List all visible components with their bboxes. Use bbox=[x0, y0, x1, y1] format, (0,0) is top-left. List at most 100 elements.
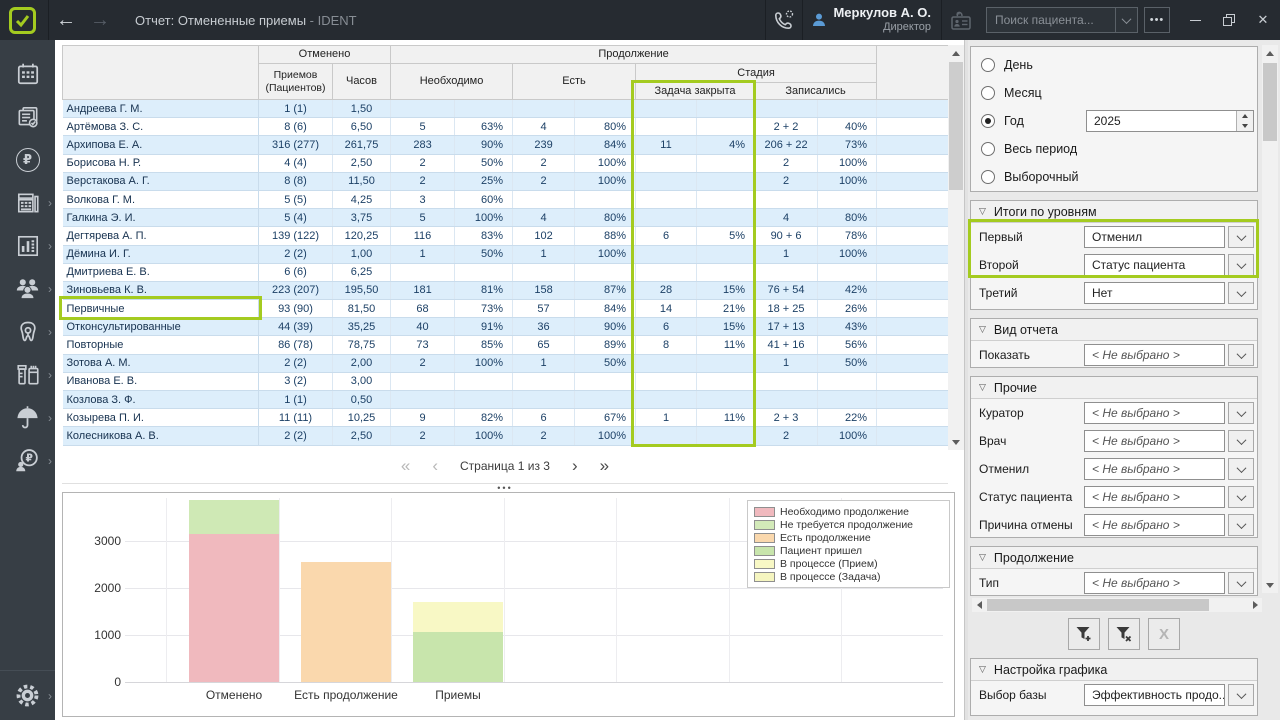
table-row[interactable]: Иванова Е. В. 3 (2) 3,00 bbox=[62, 372, 950, 392]
column-header-appointments[interactable]: Приемов (Пациентов) bbox=[258, 63, 333, 100]
sidebar-item-settings[interactable]: › bbox=[0, 670, 55, 720]
dropdown-button[interactable] bbox=[1228, 486, 1254, 508]
next-page-button[interactable]: › bbox=[572, 456, 578, 476]
column-header-have[interactable]: Есть bbox=[512, 63, 637, 100]
column-header-signed-up[interactable]: Записались bbox=[754, 82, 878, 100]
table-row[interactable]: Верстакова А. Г. 8 (8) 11,50 2 25% 2 100% 2 100% bbox=[62, 172, 950, 191]
clear-filter-button[interactable] bbox=[1108, 618, 1140, 650]
table-scrollbar[interactable] bbox=[948, 45, 964, 450]
splitter-handle[interactable]: ••• bbox=[62, 483, 948, 492]
sidebar-item-cashbox[interactable]: › bbox=[0, 181, 55, 224]
sidebar-item-payments[interactable]: ₽ bbox=[0, 138, 55, 181]
patient-search-input[interactable] bbox=[987, 8, 1115, 32]
spinner-down-button[interactable] bbox=[1237, 121, 1253, 131]
year-spinner[interactable]: 2025 bbox=[1086, 110, 1254, 132]
column-header-task-closed[interactable]: Задача закрыта bbox=[635, 82, 756, 100]
scroll-down-button[interactable] bbox=[948, 434, 964, 450]
dropdown-Показать[interactable]: < Не выбрано > bbox=[1084, 344, 1254, 366]
column-header-hours[interactable]: Часов bbox=[331, 63, 392, 100]
radio-icon[interactable] bbox=[981, 170, 995, 184]
sidebar-item-warehouse[interactable]: › bbox=[0, 353, 55, 396]
dropdown-Врач[interactable]: < Не выбрано > bbox=[1084, 430, 1254, 452]
sidebar-item-insurance[interactable]: › bbox=[0, 396, 55, 439]
close-filter-button[interactable]: X bbox=[1148, 618, 1180, 650]
table-row[interactable]: Повторные 86 (78) 78,75 73 85% 65 89% 8 11% 41 + … bbox=[62, 335, 950, 355]
scrollbar-thumb[interactable] bbox=[949, 62, 963, 190]
spinner-up-button[interactable] bbox=[1237, 111, 1253, 121]
sidebar-item-treatment[interactable]: › bbox=[0, 310, 55, 353]
last-page-button[interactable]: » bbox=[600, 456, 609, 476]
forward-button[interactable]: → bbox=[83, 9, 117, 32]
table-row[interactable]: Колесникова А. В. 2 (2) 2,50 2 100% 2 100% 2 100… bbox=[62, 426, 950, 446]
search-dropdown-button[interactable] bbox=[1115, 8, 1137, 32]
dropdown-button[interactable] bbox=[1228, 402, 1254, 424]
dropdown-value[interactable]: < Не выбрано > bbox=[1084, 572, 1225, 594]
dropdown-value[interactable]: < Не выбрано > bbox=[1084, 486, 1225, 508]
column-header-continuation[interactable]: Продолжение bbox=[390, 45, 878, 64]
table-row[interactable]: Зиновьева К. В. 223 (207) 195,50 181 81% 158 8… bbox=[62, 281, 950, 301]
table-row[interactable]: Архипова Е. А. 316 (277) 261,75 283 90% 239 84… bbox=[62, 135, 950, 155]
hscrollbar-thumb[interactable] bbox=[987, 599, 1209, 611]
table-row[interactable]: Дмитриева Е. В. 6 (6) 6,25 bbox=[62, 263, 950, 282]
sidebar-item-tasks[interactable] bbox=[0, 95, 55, 138]
radio-icon[interactable] bbox=[981, 86, 995, 100]
dropdown-value[interactable]: Нет bbox=[1084, 282, 1225, 304]
maximize-button[interactable] bbox=[1212, 0, 1246, 40]
first-page-button[interactable]: « bbox=[401, 456, 410, 476]
scroll-down-button[interactable] bbox=[1262, 577, 1278, 593]
dropdown-Куратор[interactable]: < Не выбрано > bbox=[1084, 402, 1254, 424]
back-button[interactable]: ← bbox=[49, 9, 83, 32]
table-row[interactable]: Волкова Г. М. 5 (5) 4,25 3 60% bbox=[62, 190, 950, 210]
table-row[interactable]: Козырева П. И. 11 (11) 10,25 9 82% 6 67% 1 11% 2 … bbox=[62, 408, 950, 428]
table-row[interactable]: Дёмина И. Г. 2 (2) 1,00 1 50% 1 100% 1 100% bbox=[62, 245, 950, 264]
table-row[interactable]: Артёмова З. С. 8 (6) 6,50 5 63% 4 80% 2 + 2 40% bbox=[62, 117, 950, 137]
current-user-button[interactable]: Меркулов А. О. Директор bbox=[803, 0, 941, 40]
column-header-cancelled[interactable]: Отменено bbox=[257, 45, 392, 64]
radio-icon[interactable] bbox=[981, 142, 995, 156]
app-logo-icon[interactable] bbox=[9, 6, 36, 34]
dropdown-value[interactable]: < Не выбрано > bbox=[1084, 458, 1225, 480]
section-header[interactable]: ▽ Продолжение bbox=[971, 547, 1257, 569]
sidebar-item-schedule[interactable] bbox=[0, 52, 55, 95]
period-option-День[interactable]: День bbox=[971, 51, 1257, 79]
scroll-up-button[interactable] bbox=[1262, 45, 1278, 61]
section-header[interactable]: ▽ Настройка графика bbox=[971, 659, 1257, 681]
dropdown-button[interactable] bbox=[1228, 572, 1254, 594]
sidebar-item-staff[interactable]: › bbox=[0, 267, 55, 310]
period-option-Весь период[interactable]: Весь период bbox=[971, 135, 1257, 163]
dropdown-button[interactable] bbox=[1228, 684, 1254, 706]
section-header[interactable]: ▽ Прочие bbox=[971, 377, 1257, 399]
dropdown-button[interactable] bbox=[1228, 254, 1254, 276]
dropdown-button[interactable] bbox=[1228, 458, 1254, 480]
dropdown-value[interactable]: < Не выбрано > bbox=[1084, 402, 1225, 424]
scroll-right-button[interactable] bbox=[1248, 598, 1262, 612]
dropdown-value[interactable]: Статус пациента bbox=[1084, 254, 1225, 276]
dropdown-Причина отмены[interactable]: < Не выбрано > bbox=[1084, 514, 1254, 536]
dropdown-value[interactable]: < Не выбрано > bbox=[1084, 344, 1225, 366]
phone-settings-button[interactable] bbox=[766, 0, 802, 40]
dropdown-Отменил[interactable]: < Не выбрано > bbox=[1084, 458, 1254, 480]
panel-vscrollbar[interactable] bbox=[1262, 45, 1278, 593]
more-options-button[interactable]: ••• bbox=[1144, 7, 1170, 33]
apply-filter-button[interactable] bbox=[1068, 618, 1100, 650]
sidebar-item-reports[interactable]: › bbox=[0, 224, 55, 267]
dropdown-Статус пациента[interactable]: < Не выбрано > bbox=[1084, 486, 1254, 508]
dropdown-value[interactable]: Отменил bbox=[1084, 226, 1225, 248]
dropdown-Второй[interactable]: Статус пациента bbox=[1084, 254, 1254, 276]
column-header-need[interactable]: Необходимо bbox=[390, 63, 514, 100]
table-row[interactable]: Зотова А. М. 2 (2) 2,00 2 100% 1 50% 1 50% bbox=[62, 354, 950, 373]
table-row[interactable]: Андреева Г. М. 1 (1) 1,50 bbox=[62, 99, 950, 119]
dropdown-Выбор базы[interactable]: Эффективность продо... bbox=[1084, 684, 1254, 706]
dropdown-button[interactable] bbox=[1228, 282, 1254, 304]
panel-hscrollbar[interactable] bbox=[972, 598, 1262, 612]
section-header[interactable]: ▽ Вид отчета bbox=[971, 319, 1257, 341]
table-row[interactable]: Козлова З. Ф. 1 (1) 0,50 bbox=[62, 390, 950, 410]
table-row[interactable]: Дегтярева А. П. 139 (122) 120,25 116 83% 102 8… bbox=[62, 226, 950, 246]
section-header[interactable]: ▽ Итоги по уровням bbox=[971, 201, 1257, 223]
dropdown-button[interactable] bbox=[1228, 344, 1254, 366]
sidebar-item-salary[interactable]: ₽ › bbox=[0, 439, 55, 482]
dropdown-Тип[interactable]: < Не выбрано > bbox=[1084, 572, 1254, 594]
radio-icon[interactable] bbox=[981, 58, 995, 72]
dropdown-button[interactable] bbox=[1228, 430, 1254, 452]
table-row[interactable]: Первичные 93 (90) 81,50 68 73% 57 84% 14 21% 18 +… bbox=[62, 299, 950, 319]
